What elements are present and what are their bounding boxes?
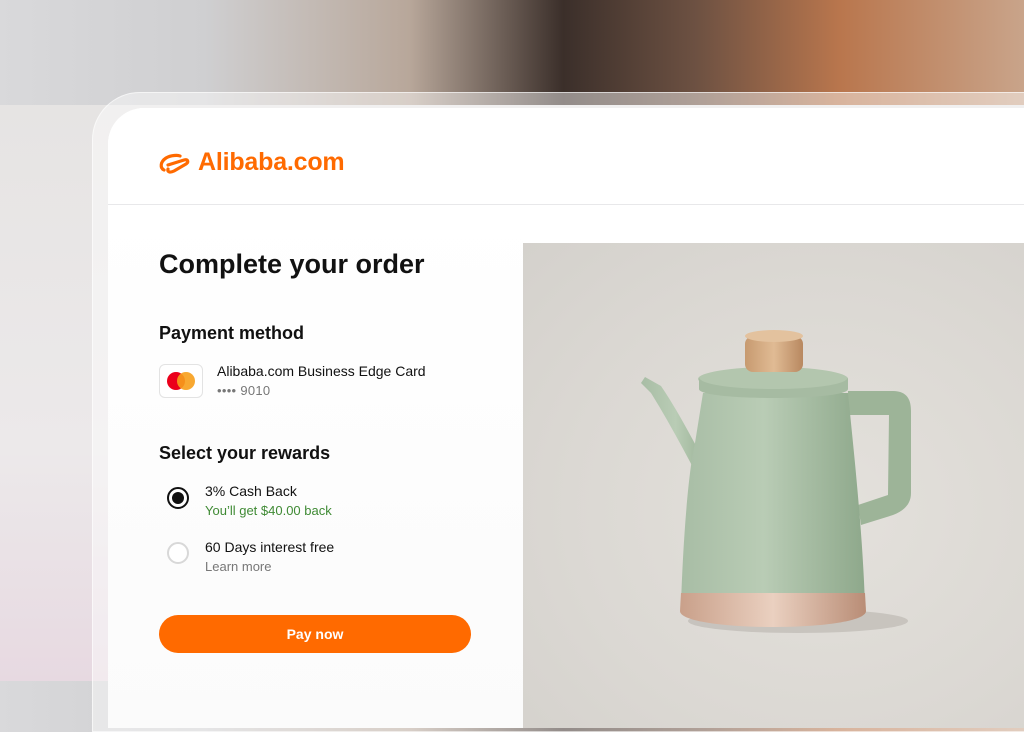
pay-now-button[interactable]: Pay now xyxy=(159,615,471,653)
teapot-illustration xyxy=(641,330,911,633)
rewards-heading: Select your rewards xyxy=(159,443,331,463)
brand-name: Alibaba.com xyxy=(198,148,345,176)
header: Alibaba.com xyxy=(108,108,1024,205)
page-title: Complete your order xyxy=(159,249,425,279)
card-name[interactable]: Alibaba.com Business Edge Card xyxy=(217,363,426,379)
mastercard-icon xyxy=(159,364,203,398)
reward-option-subtitle: You’ll get $40.00 back xyxy=(205,503,332,518)
reward-option-title[interactable]: 60 Days interest free xyxy=(205,539,334,555)
product-image xyxy=(523,243,1024,728)
alibaba-logo-icon xyxy=(159,153,190,174)
learn-more-link[interactable]: Learn more xyxy=(205,559,271,574)
checkout-window: Alibaba.com Complete your order Payment … xyxy=(108,108,1024,728)
radio-cash-back[interactable] xyxy=(167,487,189,509)
reward-option-title[interactable]: 3% Cash Back xyxy=(205,483,297,499)
radio-interest-free[interactable] xyxy=(167,542,189,564)
payment-method-heading: Payment method xyxy=(159,323,305,343)
card-number: •••• 9010 xyxy=(217,383,271,398)
brand-logo[interactable]: Alibaba.com xyxy=(158,148,345,177)
checkout-form: Complete your order Payment method Aliba… xyxy=(108,205,523,728)
